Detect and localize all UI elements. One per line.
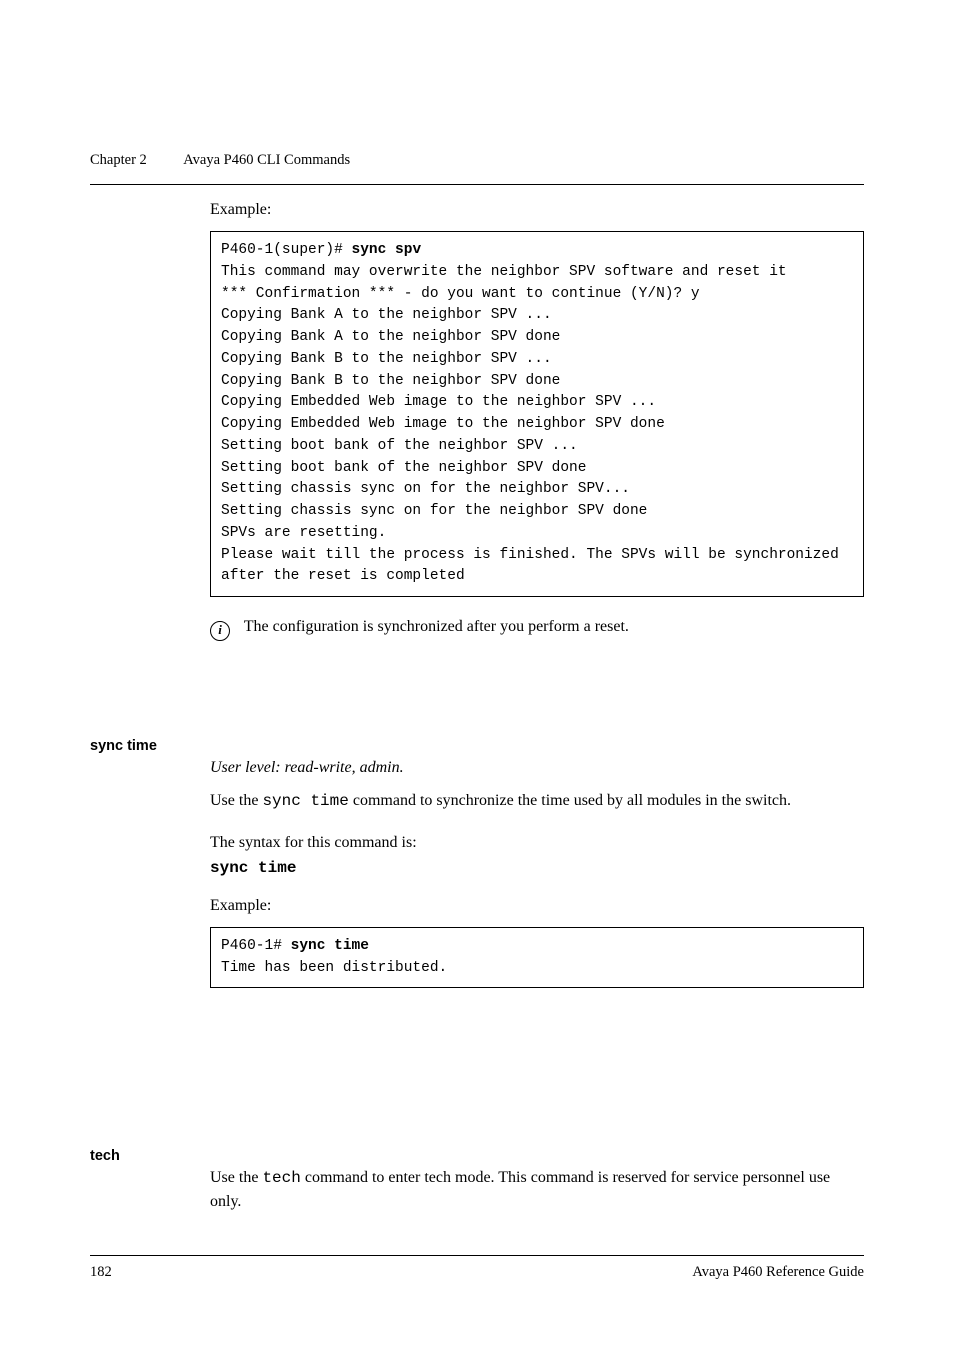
info-icon: i xyxy=(210,621,230,641)
page-footer: 182 Avaya P460 Reference Guide xyxy=(90,1255,864,1283)
code-block-sync-spv: P460-1(super)# sync spv This command may… xyxy=(210,231,864,597)
desc-cmd: tech xyxy=(262,1169,300,1187)
page-number: 182 xyxy=(90,1262,112,1283)
sync-time-description: Use the sync time command to synchronize… xyxy=(210,789,864,813)
desc-post: command to enter tech mode. This command… xyxy=(210,1169,830,1210)
chapter-label: Chapter 2 xyxy=(90,152,147,168)
desc-cmd: sync time xyxy=(262,792,348,810)
tech-description: Use the tech command to enter tech mode.… xyxy=(210,1166,864,1213)
desc-pre: Use the xyxy=(210,792,262,809)
example-label: Example: xyxy=(210,894,864,917)
example-label: Example: xyxy=(210,198,864,221)
desc-post: command to synchronize the time used by … xyxy=(349,792,791,809)
note-text: The configuration is synchronized after … xyxy=(244,618,629,635)
user-level: User level: read-write, admin. xyxy=(210,756,864,779)
chapter-title: Avaya P460 CLI Commands xyxy=(183,152,350,168)
section-heading-sync-time: sync time xyxy=(90,736,157,757)
code-prompt: P460-1# xyxy=(221,938,291,954)
section-heading-tech: tech xyxy=(90,1146,120,1167)
code-output: This command may overwrite the neighbor … xyxy=(221,264,848,585)
desc-pre: Use the xyxy=(210,1169,262,1186)
header-rule xyxy=(90,184,864,185)
running-header: Chapter 2 Avaya P460 CLI Commands xyxy=(90,150,864,171)
doc-title: Avaya P460 Reference Guide xyxy=(692,1262,864,1283)
note-line: i The configuration is synchronized afte… xyxy=(210,615,864,641)
syntax-label: The syntax for this command is: xyxy=(210,831,864,854)
section-body-tech: Use the tech command to enter tech mode.… xyxy=(210,1166,864,1223)
code-command: sync spv xyxy=(352,242,422,258)
code-block-sync-time: P460-1# sync time Time has been distribu… xyxy=(210,927,864,989)
code-output: Time has been distributed. xyxy=(221,960,447,976)
section-body-sync-time: User level: read-write, admin. Use the s… xyxy=(210,756,864,1004)
code-command: sync time xyxy=(291,938,369,954)
code-prompt: P460-1(super)# xyxy=(221,242,352,258)
main-content: Example: P460-1(super)# sync spv This co… xyxy=(210,198,864,665)
syntax-command: sync time xyxy=(210,857,864,880)
